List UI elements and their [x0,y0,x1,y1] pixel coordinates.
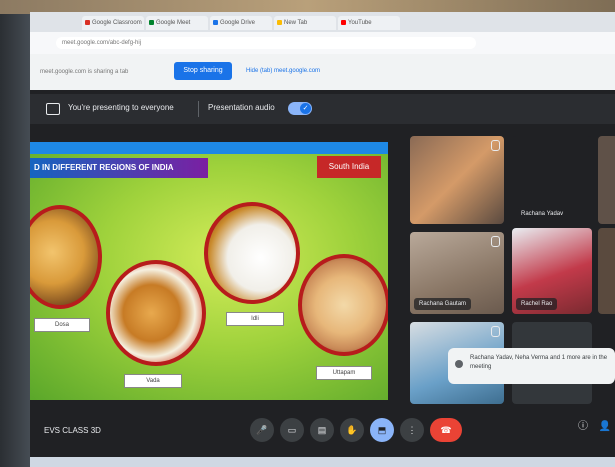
participant-tile[interactable] [410,136,504,224]
tab-label: YouTube [348,20,372,26]
info-icon: ⓘ [578,421,588,432]
tab-label: Google Classroom [92,20,142,26]
tab-favicon-icon [277,20,282,25]
vada-label: Vada [124,374,182,388]
idli-label: Idli [226,312,284,326]
presentation-audio-toggle[interactable]: ✓ [288,102,312,115]
dosa-image [30,205,102,309]
more-options-button[interactable]: ⋮ [400,418,424,442]
participant-tile[interactable]: Rachana Gautam [410,232,504,314]
browser-tab[interactable]: Google Meet [146,16,208,30]
tab-favicon-icon [341,20,346,25]
tab-label: Google Drive [220,20,256,26]
os-taskbar [30,457,615,467]
browser-tab[interactable]: New Tab [274,16,336,30]
mic-off-icon [491,236,500,247]
browser-tab[interactable]: Google Drive [210,16,272,30]
participant-tile[interactable] [598,136,615,224]
mic-off-icon [491,140,500,151]
captions-icon: ▤ [317,425,327,435]
raise-hand-button[interactable]: ✋ [340,418,364,442]
uttapam-image [298,254,388,356]
tab-favicon-icon [149,20,154,25]
join-notification-toast[interactable]: Rachana Yadav, Neha Verma and 1 more are… [448,348,615,384]
participant-name: Rachana Yadav [516,208,569,220]
present-now-button[interactable]: ⬒ [370,418,394,442]
meeting-name: EVS CLASS 3D [44,426,101,435]
slide-top-strip [30,142,388,154]
participant-tile[interactable] [598,228,615,314]
dosa-label: Dosa [34,318,90,332]
avatar-icon [455,360,463,368]
vada-image [106,260,206,366]
present-icon: ⬒ [377,425,387,435]
tab-favicon-icon [213,20,218,25]
tab-label: New Tab [284,20,308,26]
people-icon: 👤 [598,421,612,432]
sharing-info-text: meet.google.com is sharing a tab [40,69,129,75]
browser-tab[interactable]: Google Classroom [82,16,144,30]
url-input[interactable]: meet.google.com/abc-defg-hij [56,37,476,49]
meeting-info-button[interactable]: ⓘ [574,418,592,436]
toast-text: Rachana Yadav, Neha Verma and 1 more are… [470,355,608,370]
stop-sharing-button[interactable]: Stop sharing [174,62,232,80]
mic-button[interactable]: 🎤 [250,418,274,442]
presenting-banner: You're presenting to everyone Presentati… [30,94,615,124]
sharing-notification-bar: meet.google.com is sharing a tab Stop sh… [30,54,615,90]
browser-tab-bar: Google Classroom Google Meet Google Driv… [30,12,615,32]
end-call-button[interactable]: ☎ [430,418,462,442]
browser-tab[interactable]: YouTube [338,16,400,30]
participant-tile[interactable]: Rachel Rao [512,228,592,314]
shared-slide: D IN DIFFERENT REGIONS OF INDIA South In… [30,142,388,400]
region-badge: South India [317,156,381,178]
participant-tile[interactable]: Rachana Yadav [512,136,592,224]
people-button[interactable]: 👤 [596,418,614,436]
presenting-text: You're presenting to everyone [68,103,174,112]
more-icon: ⋮ [407,425,417,435]
present-screen-icon [46,103,60,115]
captions-button[interactable]: ▤ [310,418,334,442]
check-icon: ✓ [300,103,311,114]
presentation-audio-label: Presentation audio [208,103,275,112]
idli-image [204,202,300,304]
camera-icon: ▭ [287,425,297,435]
uttapam-label: Uttapam [316,366,372,380]
raise-hand-icon: ✋ [346,425,358,435]
address-bar-row: meet.google.com/abc-defg-hij [30,32,615,54]
mic-off-icon [491,326,500,337]
camera-button[interactable]: ▭ [280,418,304,442]
mic-icon: 🎤 [256,425,268,435]
participant-name: Rachana Gautam [414,298,472,310]
divider [198,101,199,117]
hide-button[interactable]: Hide (tab) meet.google.com [246,68,320,74]
background-left [0,0,34,467]
tab-label: Google Meet [156,20,191,26]
laptop-screen: Google Classroom Google Meet Google Driv… [30,12,615,467]
end-call-icon: ☎ [440,425,452,435]
tab-favicon-icon [85,20,90,25]
participant-name: Rachel Rao [516,298,558,310]
slide-title: D IN DIFFERENT REGIONS OF INDIA [30,158,208,178]
